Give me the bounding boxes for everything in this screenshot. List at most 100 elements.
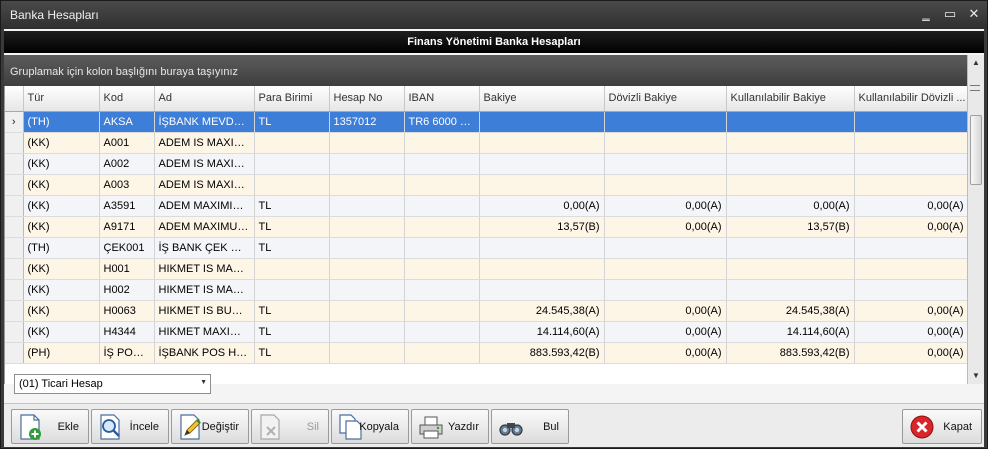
row-indicator[interactable]: [5, 174, 24, 196]
scroll-up-arrow-icon[interactable]: ▲: [968, 55, 984, 71]
table-cell[interactable]: [329, 132, 405, 154]
table-cell[interactable]: (TH): [23, 237, 100, 259]
table-cell[interactable]: [726, 279, 855, 301]
table-cell[interactable]: HIKMET MAXIMI...: [154, 321, 255, 343]
copy-button[interactable]: Kopyala: [331, 409, 409, 444]
table-cell[interactable]: [404, 300, 480, 322]
table-cell[interactable]: [604, 237, 727, 259]
table-cell[interactable]: [479, 111, 605, 133]
table-cell[interactable]: [254, 174, 330, 196]
table-cell[interactable]: [479, 132, 605, 154]
table-cell[interactable]: [726, 132, 855, 154]
column-header-dovizli-bakiye[interactable]: Dövizli Bakiye: [604, 86, 727, 112]
table-cell[interactable]: 24.545,38(A): [726, 300, 855, 322]
scroll-down-arrow-icon[interactable]: ▼: [968, 368, 984, 384]
column-header-para-birimi[interactable]: Para Birimi: [254, 86, 330, 112]
table-cell[interactable]: [604, 258, 727, 280]
table-cell[interactable]: [854, 279, 967, 301]
table-cell[interactable]: (KK): [23, 321, 100, 343]
table-cell[interactable]: [404, 342, 480, 364]
table-row[interactable]: (KK) H002 HIKMET IS MAXI...: [5, 279, 967, 301]
column-header-ad[interactable]: Ad: [154, 86, 255, 112]
table-cell[interactable]: [604, 153, 727, 175]
table-cell[interactable]: [604, 132, 727, 154]
table-cell[interactable]: HIKMET IS MAXI...: [154, 258, 255, 280]
table-cell[interactable]: (KK): [23, 216, 100, 238]
table-row[interactable]: (KK) H4344 HIKMET MAXIMI... TL 14.114,60(A) 0…: [5, 321, 967, 343]
table-cell[interactable]: ADEM IS MAXIM...: [154, 132, 255, 154]
table-cell[interactable]: [254, 279, 330, 301]
table-row[interactable]: (KK) H001 HIKMET IS MAXI...: [5, 258, 967, 280]
table-cell[interactable]: A001: [99, 132, 155, 154]
print-button[interactable]: Yazdır: [411, 409, 489, 444]
table-cell[interactable]: (PH): [23, 342, 100, 364]
table-cell[interactable]: [404, 237, 480, 259]
table-cell[interactable]: İŞBANK POS HE...: [154, 342, 255, 364]
chevron-down-icon[interactable]: ▼: [200, 379, 207, 386]
table-cell[interactable]: [404, 279, 480, 301]
table-cell[interactable]: H0063: [99, 300, 155, 322]
row-indicator[interactable]: [5, 258, 24, 280]
table-cell[interactable]: [604, 111, 727, 133]
table-row[interactable]: (KK) A3591 ADEM MAXIMILES TL 0,00(A) 0,00(A) 0…: [5, 195, 967, 217]
table-cell[interactable]: H002: [99, 279, 155, 301]
vertical-scrollbar[interactable]: ▲ ▼: [967, 55, 984, 384]
table-cell[interactable]: [726, 111, 855, 133]
table-cell[interactable]: [254, 153, 330, 175]
table-cell[interactable]: ADEM MAXIMUM...: [154, 216, 255, 238]
table-row[interactable]: (KK) A001 ADEM IS MAXIM...: [5, 132, 967, 154]
row-indicator[interactable]: [5, 132, 24, 154]
table-cell[interactable]: ADEM MAXIMILES: [154, 195, 255, 217]
table-cell[interactable]: İŞBANK MEVDUA...: [154, 111, 255, 133]
add-button[interactable]: Ekle: [11, 409, 89, 444]
table-cell[interactable]: [726, 258, 855, 280]
account-type-combo[interactable]: (01) Ticari Hesap ▼: [14, 374, 211, 394]
maximize-button[interactable]: ▭: [941, 6, 959, 22]
find-button[interactable]: Bul: [491, 409, 569, 444]
table-cell[interactable]: (KK): [23, 153, 100, 175]
table-cell[interactable]: [604, 174, 727, 196]
table-cell[interactable]: ADEM IS MAXIM...: [154, 174, 255, 196]
table-row[interactable]: (KK) A002 ADEM IS MAXIM...: [5, 153, 967, 175]
table-cell[interactable]: [479, 153, 605, 175]
table-cell[interactable]: [329, 153, 405, 175]
table-cell[interactable]: TL: [254, 216, 330, 238]
table-cell[interactable]: (KK): [23, 258, 100, 280]
accounts-grid[interactable]: Tür Kod Ad Para Birimi Hesap No IBAN Bak…: [4, 86, 967, 384]
table-cell[interactable]: 0,00(A): [854, 300, 967, 322]
table-cell[interactable]: 0,00(A): [604, 300, 727, 322]
table-cell[interactable]: 24.545,38(A): [479, 300, 605, 322]
table-cell[interactable]: [404, 174, 480, 196]
row-indicator[interactable]: [5, 153, 24, 175]
table-cell[interactable]: H4344: [99, 321, 155, 343]
row-indicator[interactable]: [5, 300, 24, 322]
table-row[interactable]: (KK) A003 ADEM IS MAXIM...: [5, 174, 967, 196]
scroll-thumb[interactable]: [970, 115, 982, 185]
table-cell[interactable]: TR6 6000 6...: [404, 111, 480, 133]
table-cell[interactable]: ÇEK001: [99, 237, 155, 259]
row-indicator[interactable]: [5, 342, 24, 364]
table-cell[interactable]: 14.114,60(A): [479, 321, 605, 343]
table-cell[interactable]: TL: [254, 342, 330, 364]
table-cell[interactable]: TL: [254, 195, 330, 217]
table-cell[interactable]: [479, 279, 605, 301]
table-cell[interactable]: [329, 237, 405, 259]
table-cell[interactable]: 0,00(A): [854, 321, 967, 343]
inspect-button[interactable]: İncele: [91, 409, 169, 444]
table-cell[interactable]: [854, 237, 967, 259]
table-cell[interactable]: 883.593,42(B): [479, 342, 605, 364]
row-indicator[interactable]: [5, 195, 24, 217]
table-cell[interactable]: [726, 174, 855, 196]
table-cell[interactable]: 14.114,60(A): [726, 321, 855, 343]
table-cell[interactable]: 883.593,42(B): [726, 342, 855, 364]
table-cell[interactable]: 0,00(A): [604, 195, 727, 217]
table-cell[interactable]: [329, 195, 405, 217]
delete-button[interactable]: Sil: [251, 409, 329, 444]
table-cell[interactable]: [254, 132, 330, 154]
table-cell[interactable]: [404, 321, 480, 343]
row-indicator[interactable]: [5, 321, 24, 343]
table-row[interactable]: (TH) ÇEK001 İŞ BANK ÇEK HE... TL: [5, 237, 967, 259]
table-cell[interactable]: [404, 216, 480, 238]
table-cell[interactable]: [854, 174, 967, 196]
table-cell[interactable]: [854, 111, 967, 133]
